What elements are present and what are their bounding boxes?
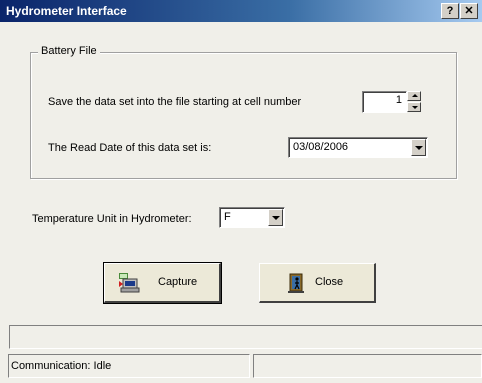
help-button[interactable]: ? (441, 3, 459, 19)
read-date-value: 03/08/2006 (293, 141, 349, 153)
cell-number-input[interactable]: 1 (362, 91, 407, 113)
capture-button-label: Capture (158, 276, 198, 288)
read-date-label: The Read Date of this data set is: (48, 142, 212, 154)
temperature-unit-dropdown-button[interactable] (268, 209, 283, 226)
battery-file-group (30, 52, 457, 179)
title-bar[interactable]: Hydrometer Interface ? ✕ (0, 0, 482, 22)
save-cell-label: Save the data set into the file starting… (48, 96, 302, 108)
spin-down-button[interactable] (407, 102, 421, 112)
window-title: Hydrometer Interface (6, 4, 127, 18)
temperature-unit-label: Temperature Unit in Hydrometer: (32, 213, 192, 225)
capture-button[interactable]: Capture (103, 262, 222, 304)
arrow-down-icon (412, 106, 418, 109)
battery-file-legend: Battery File (38, 45, 100, 57)
close-window-button[interactable]: ✕ (460, 3, 478, 19)
temperature-unit-value: F (224, 211, 231, 223)
computer-capture-icon (119, 273, 140, 293)
message-bar (9, 325, 482, 349)
read-date-combo[interactable]: 03/08/2006 (288, 137, 428, 158)
exit-door-icon (288, 273, 304, 293)
arrow-up-icon (412, 94, 418, 97)
communication-status: Communication: Idle (11, 360, 112, 372)
chevron-down-icon (272, 216, 280, 220)
cell-number-spinner[interactable] (407, 91, 423, 113)
hydrometer-window: Hydrometer Interface ? ✕ Battery File Sa… (0, 0, 482, 383)
status-pane-communication: Communication: Idle (8, 354, 250, 378)
status-pane-secondary (253, 354, 482, 378)
close-button[interactable]: Close (259, 263, 376, 303)
cell-number-value: 1 (395, 94, 402, 106)
read-date-dropdown-button[interactable] (411, 139, 426, 156)
spin-up-button[interactable] (407, 91, 421, 101)
temperature-unit-combo[interactable]: F (219, 207, 285, 228)
close-button-label: Close (315, 276, 344, 288)
chevron-down-icon (415, 146, 423, 150)
